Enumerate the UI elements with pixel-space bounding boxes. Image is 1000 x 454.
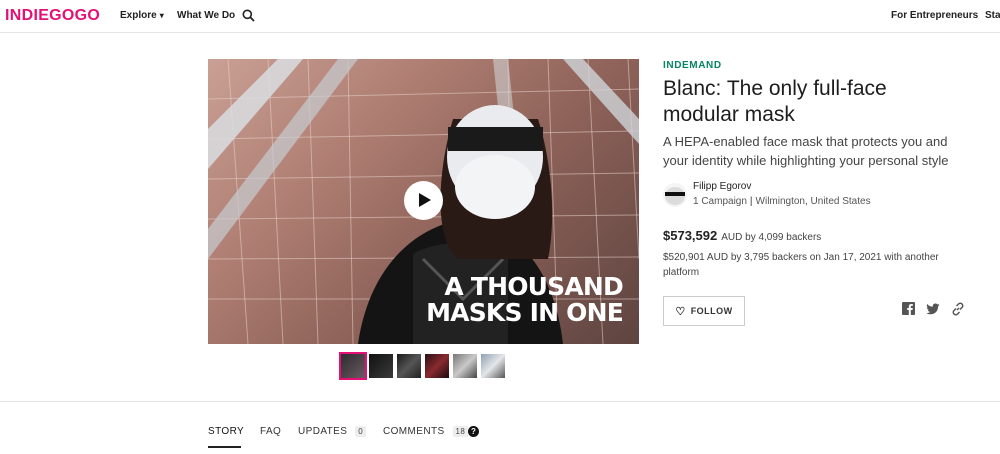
facebook-icon[interactable] bbox=[902, 302, 916, 316]
follow-button[interactable]: ♡ FOLLOW bbox=[663, 296, 745, 326]
funds-amount: $573,592 bbox=[663, 228, 718, 243]
play-button[interactable] bbox=[404, 181, 443, 220]
tab-story[interactable]: STORY bbox=[208, 426, 244, 437]
owner-name-link[interactable]: Filipp Egorov bbox=[693, 181, 751, 192]
tab-faq[interactable]: FAQ bbox=[260, 426, 281, 437]
thumbnail-5[interactable] bbox=[453, 354, 477, 378]
tab-updates-label: UPDATES bbox=[298, 426, 348, 437]
tab-comments-label: COMMENTS bbox=[383, 426, 445, 437]
funds-backers: AUD by 4,099 backers bbox=[721, 232, 822, 243]
indiegogo-logo[interactable]: INDIEGOGO bbox=[5, 7, 100, 25]
indemand-badge: INDEMAND bbox=[663, 60, 722, 71]
section-divider bbox=[0, 401, 1000, 402]
owner-avatar-image bbox=[663, 183, 687, 207]
thumbnail-6[interactable] bbox=[481, 354, 505, 378]
search-icon[interactable] bbox=[242, 9, 255, 22]
hero-overlay-text: A THOUSAND MASKS IN ONE bbox=[368, 272, 624, 327]
owner-avatar[interactable] bbox=[663, 183, 687, 207]
active-tab-indicator bbox=[208, 446, 241, 448]
explore-menu[interactable]: Explore ▾ bbox=[120, 10, 164, 21]
thumbnail-1[interactable] bbox=[339, 352, 367, 380]
what-we-do-link[interactable]: What We Do bbox=[177, 10, 235, 21]
campaign-subtitle: A HEPA-enabled face mask that protects y… bbox=[663, 134, 949, 168]
tab-updates[interactable]: UPDATES 0 bbox=[298, 426, 367, 437]
owner-location: Wilmington, United States bbox=[755, 196, 871, 207]
thumbnail-4[interactable] bbox=[425, 354, 449, 378]
funds-raised: $573,592 AUD by 4,099 backers bbox=[663, 228, 821, 243]
for-entrepreneurs-link[interactable]: For Entrepreneurs bbox=[891, 10, 978, 21]
heart-icon: ♡ bbox=[675, 305, 686, 318]
overlay-line-1: A THOUSAND bbox=[444, 272, 623, 301]
thumbnail-2[interactable] bbox=[369, 354, 393, 378]
help-icon[interactable]: ? bbox=[468, 426, 479, 437]
updates-count: 0 bbox=[355, 426, 367, 437]
top-navigation-bar: INDIEGOGO Explore ▾ What We Do For Entrep… bbox=[0, 0, 1000, 33]
media-thumbnails bbox=[339, 352, 505, 380]
twitter-icon[interactable] bbox=[926, 302, 940, 316]
tab-comments[interactable]: COMMENTS 18 bbox=[383, 426, 469, 437]
start-campaign-link[interactable]: Start bbox=[985, 10, 1000, 21]
comments-count: 18 bbox=[452, 426, 469, 437]
owner-meta: 1 Campaign | Wilmington, United States bbox=[693, 196, 871, 207]
follow-label: FOLLOW bbox=[690, 306, 733, 316]
chevron-down-icon: ▾ bbox=[159, 11, 164, 20]
thumbnail-3[interactable] bbox=[397, 354, 421, 378]
meta-separator: | bbox=[749, 196, 753, 207]
link-icon[interactable] bbox=[951, 302, 965, 316]
overlay-line-2: MASKS IN ONE bbox=[426, 298, 624, 327]
campaign-title: Blanc: The only full-face modular mask bbox=[663, 77, 887, 126]
explore-label: Explore bbox=[120, 10, 157, 21]
prior-funding-note: $520,901 AUD by 3,795 backers on Jan 17,… bbox=[663, 252, 939, 278]
owner-campaign-count: 1 Campaign bbox=[693, 196, 747, 207]
